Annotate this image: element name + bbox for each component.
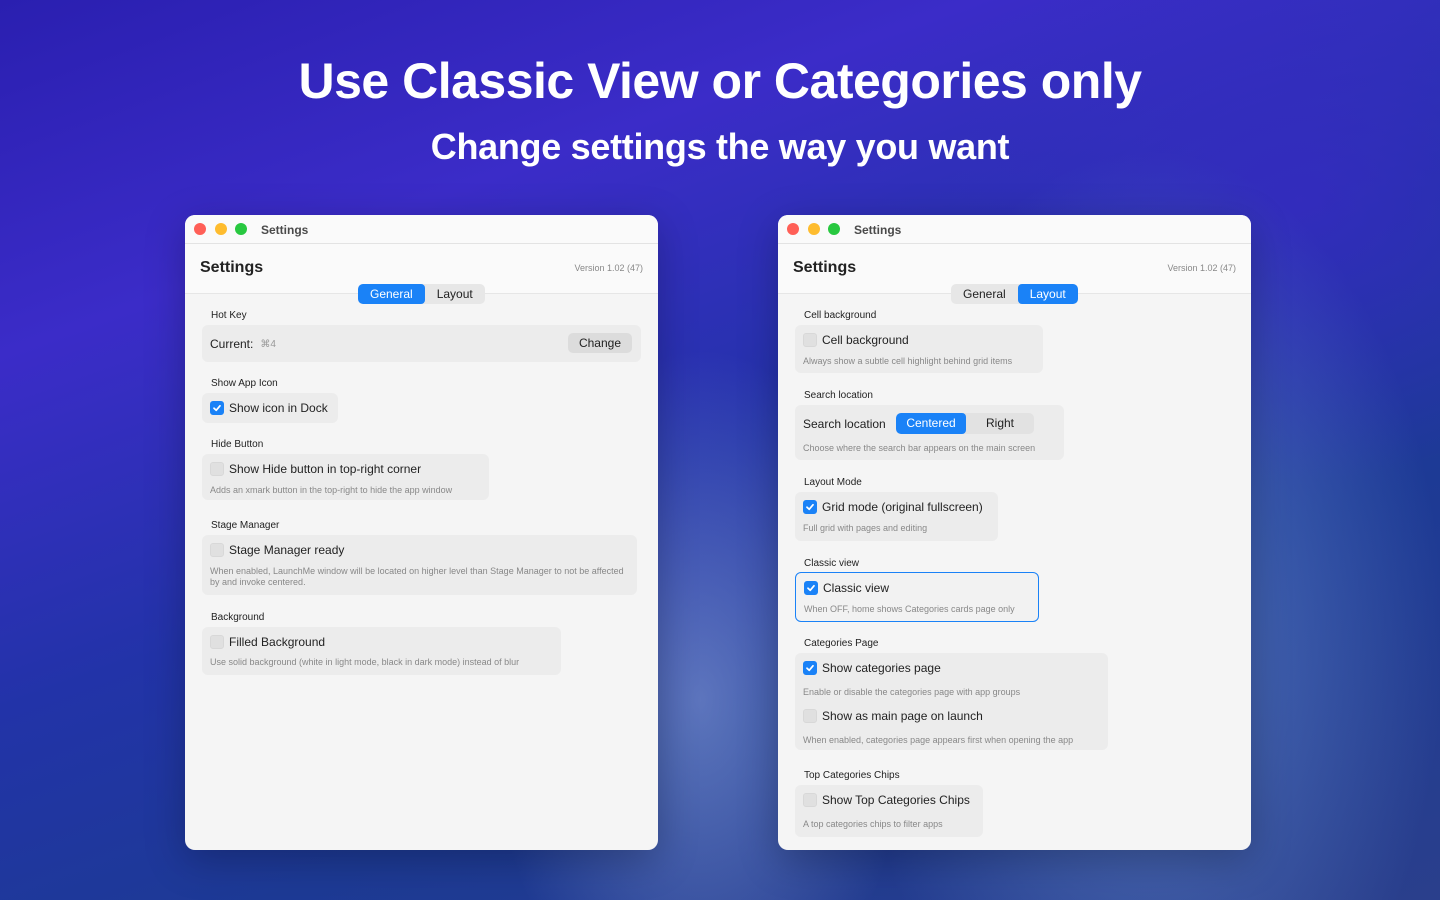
layout-mode-card: Grid mode (original fullscreen) Full gri… xyxy=(795,492,998,541)
hotkey-value: ⌘4 xyxy=(260,338,276,350)
classic-view-card: Classic view When OFF, home shows Catego… xyxy=(795,572,1039,622)
categories-page-card: Show categories page Enable or disable t… xyxy=(795,653,1108,750)
classic-view-label: Classic view xyxy=(823,581,890,595)
cell-background-card: Cell background Always show a subtle cel… xyxy=(795,325,1043,373)
version-label: Version 1.02 (47) xyxy=(574,263,643,273)
version-label: Version 1.02 (47) xyxy=(1167,263,1236,273)
search-location-option-right[interactable]: Right xyxy=(966,413,1034,434)
filled-background-label: Filled Background xyxy=(229,635,326,649)
top-chips-checkbox[interactable] xyxy=(803,793,817,807)
hero-subtitle: Change settings the way you want xyxy=(430,126,1010,167)
app-icon-card: Show icon in Dock xyxy=(202,393,338,423)
main-page-on-launch-checkbox[interactable] xyxy=(803,709,817,723)
grid-mode-checkbox[interactable] xyxy=(803,500,817,514)
filled-background-hint: Use solid background (white in light mod… xyxy=(210,657,520,667)
section-label-cell-background: Cell background xyxy=(804,310,877,321)
main-page-on-launch-label: Show as main page on launch xyxy=(822,709,983,723)
settings-window-general: Settings Settings Version 1.02 (47) Gene… xyxy=(185,215,658,850)
cell-background-hint: Always show a subtle cell highlight behi… xyxy=(803,356,1013,366)
page-title: Settings xyxy=(793,259,857,276)
tab-general[interactable]: General xyxy=(951,284,1018,304)
section-label-classic-view: Classic view xyxy=(804,558,860,569)
classic-view-checkbox[interactable] xyxy=(804,581,818,595)
minimize-window-button[interactable] xyxy=(215,223,227,235)
stage-manager-hint: When enabled, LaunchMe window will be lo… xyxy=(210,566,624,587)
page-title: Settings xyxy=(200,259,264,276)
tab-layout[interactable]: Layout xyxy=(1017,284,1078,304)
search-location-label: Search location xyxy=(803,417,886,431)
section-label-hot-key: Hot Key xyxy=(211,310,247,321)
top-chips-label: Show Top Categories Chips xyxy=(822,793,970,807)
section-label-layout-mode: Layout Mode xyxy=(804,477,862,488)
cell-background-checkbox[interactable] xyxy=(803,333,817,347)
settings-window-layout: Settings Settings Version 1.02 (47) Gene… xyxy=(778,215,1251,850)
tab-layout[interactable]: Layout xyxy=(425,284,485,304)
zoom-window-button[interactable] xyxy=(235,223,247,235)
filled-background-checkbox[interactable] xyxy=(210,635,224,649)
classic-view-hint: When OFF, home shows Categories cards pa… xyxy=(804,604,1015,614)
cell-background-label: Cell background xyxy=(822,333,909,347)
show-icon-in-dock-label: Show icon in Dock xyxy=(229,401,328,415)
zoom-window-button[interactable] xyxy=(828,223,840,235)
section-label-top-categories-chips: Top Categories Chips xyxy=(804,770,900,781)
hide-button-label: Show Hide button in top-right corner xyxy=(229,462,422,476)
search-location-option-centered[interactable]: Centered xyxy=(896,413,966,434)
close-window-button[interactable] xyxy=(194,223,206,235)
titlebar: Settings xyxy=(185,215,658,244)
tab-bar: General Layout xyxy=(358,284,485,304)
section-label-categories-page: Categories Page xyxy=(804,638,879,649)
hotkey-current-label: Current: xyxy=(210,337,254,351)
stage-manager-label: Stage Manager ready xyxy=(229,543,345,557)
hide-button-card: Show Hide button in top-right corner Add… xyxy=(202,454,489,500)
hide-button-hint: Adds an xmark button in the top-right to… xyxy=(210,485,453,495)
titlebar: Settings xyxy=(778,215,1251,244)
grid-mode-label: Grid mode (original fullscreen) xyxy=(822,500,983,514)
show-icon-in-dock-checkbox[interactable] xyxy=(210,401,224,415)
hide-button-checkbox[interactable] xyxy=(210,462,224,476)
search-location-card: Search location Centered Right Choose wh… xyxy=(795,405,1064,460)
top-chips-hint: A top categories chips to filter apps xyxy=(803,819,943,829)
show-categories-page-checkbox[interactable] xyxy=(803,661,817,675)
stage-manager-checkbox[interactable] xyxy=(210,543,224,557)
top-chips-card: Show Top Categories Chips A top categori… xyxy=(795,785,983,837)
hotkey-card: Current: ⌘4 Change xyxy=(202,325,641,362)
tab-bar: General Layout xyxy=(951,284,1078,304)
tab-general[interactable]: General xyxy=(358,284,425,304)
main-page-on-launch-hint: When enabled, categories page appears fi… xyxy=(803,735,1074,745)
show-categories-page-label: Show categories page xyxy=(822,661,941,675)
search-location-segmented-control: Centered Right xyxy=(896,413,1034,434)
section-label-hide-button: Hide Button xyxy=(211,439,264,450)
change-hotkey-button[interactable]: Change xyxy=(568,333,632,353)
section-label-background: Background xyxy=(211,612,265,623)
grid-mode-hint: Full grid with pages and editing xyxy=(803,523,928,533)
show-categories-page-hint: Enable or disable the categories page wi… xyxy=(803,687,1021,697)
window-title: Settings xyxy=(261,223,309,237)
close-window-button[interactable] xyxy=(787,223,799,235)
search-location-hint: Choose where the search bar appears on t… xyxy=(803,443,1036,453)
stage-manager-card: Stage Manager ready When enabled, Launch… xyxy=(202,535,637,595)
window-title: Settings xyxy=(854,223,902,237)
section-label-show-app-icon: Show App Icon xyxy=(211,378,278,389)
background-card: Filled Background Use solid background (… xyxy=(202,627,561,675)
section-label-search-location: Search location xyxy=(804,390,873,401)
minimize-window-button[interactable] xyxy=(808,223,820,235)
hero-title: Use Classic View or Categories only xyxy=(298,53,1142,109)
section-label-stage-manager: Stage Manager xyxy=(211,520,280,531)
